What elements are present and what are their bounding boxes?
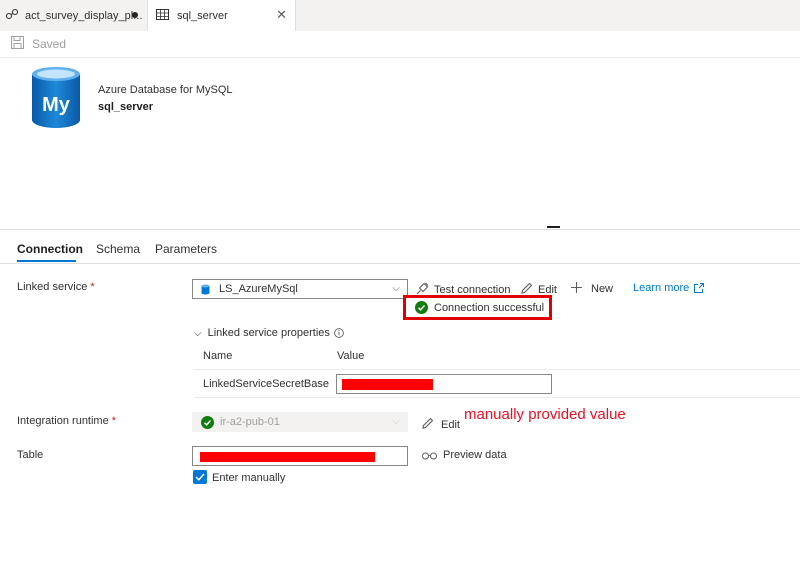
linked-service-label: Linked service * xyxy=(17,281,95,293)
saved-label: Saved xyxy=(32,37,67,51)
table-divider xyxy=(194,397,800,398)
tabs-divider xyxy=(0,263,800,264)
preview-label: Preview data xyxy=(443,449,507,461)
tab-sql-server[interactable]: sql_server ✕ xyxy=(148,0,296,32)
required-mark: * xyxy=(111,415,117,427)
table-icon xyxy=(156,9,169,23)
save-icon xyxy=(11,36,24,52)
mysql-logo-icon: My xyxy=(30,66,82,133)
chevron-down-icon: ⌵ xyxy=(194,327,202,339)
dataset-type: Azure Database for MySQL xyxy=(98,84,233,96)
edit-label: Edit xyxy=(538,283,557,296)
learn-more-label: Learn more xyxy=(633,282,690,294)
new-label: New xyxy=(591,283,614,295)
toolbar xyxy=(0,31,800,58)
props-header: Linked service properties xyxy=(207,327,330,339)
integration-runtime-dropdown[interactable]: ir-a2-pub-01 ⌵ xyxy=(192,412,408,432)
success-check-icon xyxy=(415,301,428,314)
new-linked-service-button[interactable]: New xyxy=(571,282,613,296)
table-label: Table xyxy=(17,449,44,461)
linked-service-properties-toggle[interactable]: ⌵ Linked service properties xyxy=(194,327,344,339)
checkmark-icon xyxy=(195,473,205,481)
dataset-name: sql_server xyxy=(98,101,154,113)
external-link-icon xyxy=(694,283,705,293)
pencil-icon xyxy=(422,417,434,432)
chevron-down-icon: ⌵ xyxy=(392,283,400,294)
preview-data-button[interactable]: Preview data xyxy=(422,449,507,461)
plus-icon xyxy=(571,282,582,296)
table-divider xyxy=(194,369,800,370)
redaction-mark xyxy=(342,379,433,390)
label-text: Linked service xyxy=(17,281,88,293)
logo-text: My xyxy=(42,94,71,116)
tab-schema[interactable]: Schema xyxy=(96,242,140,256)
linked-service-dropdown[interactable]: LS_AzureMySql ⌵ xyxy=(192,279,408,299)
success-check-icon xyxy=(201,415,214,429)
info-icon[interactable] xyxy=(334,328,344,338)
chevron-down-icon: ⌵ xyxy=(392,416,400,427)
tab-parameters[interactable]: Parameters xyxy=(155,242,217,256)
label-text: Integration runtime xyxy=(17,415,109,427)
property-value-input[interactable] xyxy=(336,374,552,394)
close-icon[interactable]: ✕ xyxy=(276,7,287,23)
glasses-icon xyxy=(422,451,437,460)
saved-indicator: Saved xyxy=(11,36,66,52)
active-tab-indicator xyxy=(17,260,76,262)
learn-more-link[interactable]: Learn more xyxy=(633,282,705,294)
tab-connection[interactable]: Connection xyxy=(17,242,83,256)
unsaved-dot-icon xyxy=(132,12,138,18)
status-text: Connection successful xyxy=(434,301,545,314)
integration-runtime-label: Integration runtime * xyxy=(17,415,116,427)
pipeline-icon xyxy=(5,7,19,24)
database-icon xyxy=(201,284,210,295)
table-input[interactable] xyxy=(192,446,408,466)
enter-manually-label: Enter manually xyxy=(212,472,286,484)
column-header-name: Name xyxy=(203,350,233,362)
edit-integration-runtime-button[interactable]: Edit xyxy=(422,417,460,432)
tab-label: sql_server xyxy=(177,10,228,22)
resize-handle[interactable] xyxy=(547,226,560,228)
enter-manually-checkbox[interactable] xyxy=(193,470,207,484)
annotation-text: manually provided value xyxy=(464,406,626,423)
redaction-mark xyxy=(200,452,375,462)
column-header-value: Value xyxy=(337,350,365,362)
tab-pipeline[interactable]: act_survey_display_pl... xyxy=(0,0,148,31)
integration-runtime-value: ir-a2-pub-01 xyxy=(220,416,280,428)
connection-status: Connection successful xyxy=(403,295,552,320)
required-mark: * xyxy=(90,281,95,293)
tab-label: act_survey_display_pl... xyxy=(25,9,143,22)
linked-service-value: LS_AzureMySql xyxy=(219,283,298,295)
edit-label: Edit xyxy=(441,418,460,431)
divider xyxy=(0,229,800,230)
property-name: LinkedServiceSecretBase xyxy=(203,378,329,390)
